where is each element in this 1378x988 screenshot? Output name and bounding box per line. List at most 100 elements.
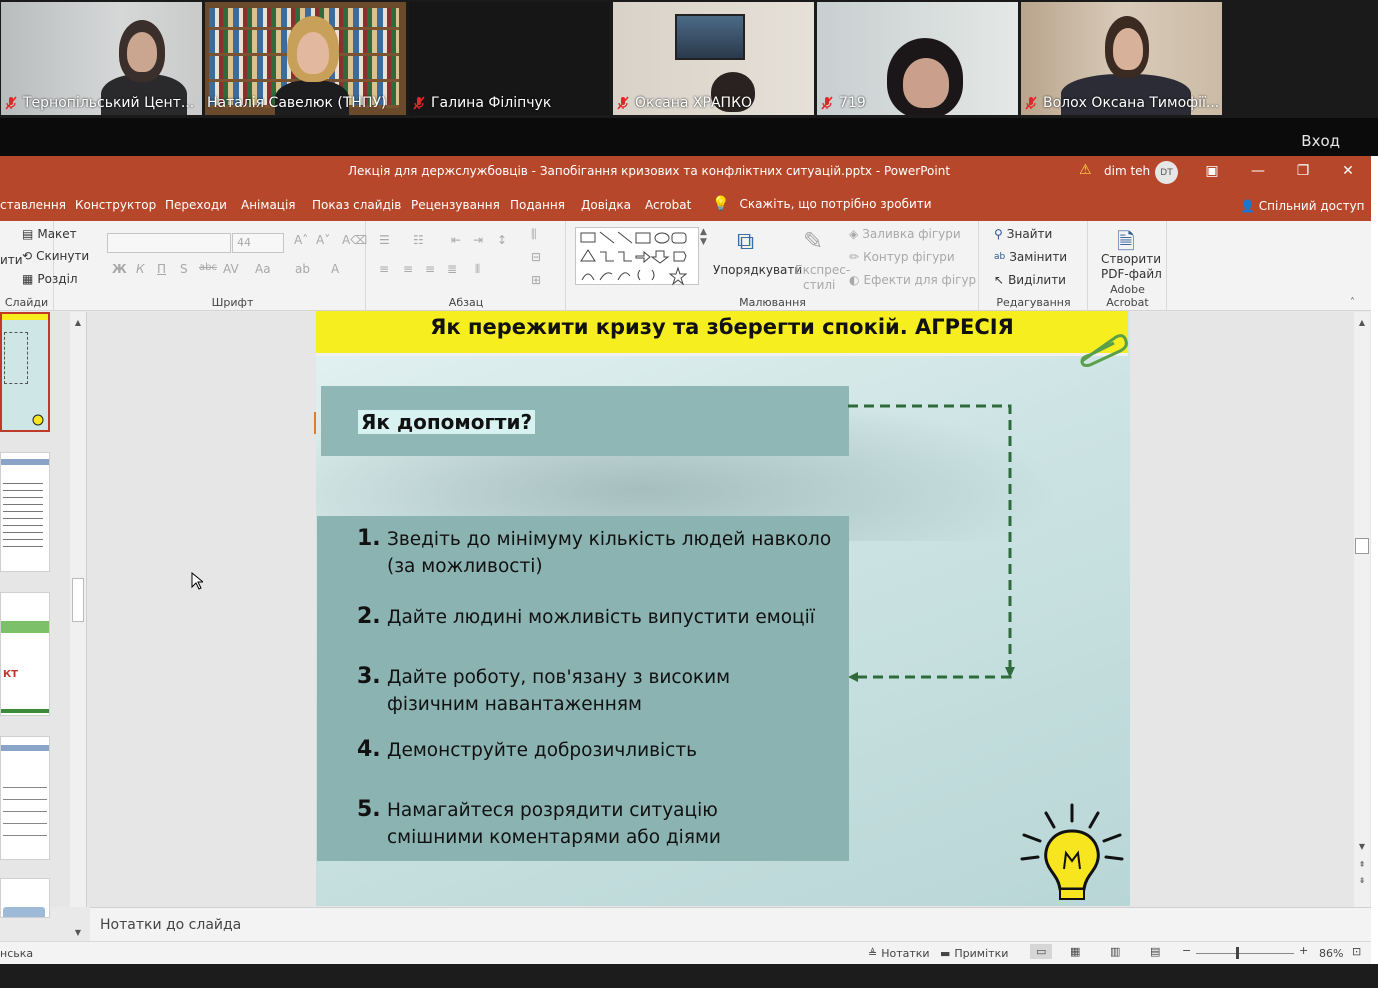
tab-view[interactable]: Подання [510, 198, 565, 212]
normal-view-icon[interactable]: ▭ [1030, 944, 1053, 959]
shadow-icon[interactable]: S [180, 262, 188, 276]
close-icon[interactable]: ✕ [1330, 159, 1366, 183]
create-pdf-button-2[interactable]: PDF-файл [1101, 267, 1162, 281]
reading-view-icon[interactable]: ▥ [1110, 945, 1120, 958]
slide-canvas[interactable]: Як пережити кризу та зберегти спокій. АГ… [316, 311, 1130, 906]
numbering-icon[interactable]: ☷ [413, 233, 424, 247]
notes-toggle[interactable]: ≜ Нотатки [868, 947, 930, 960]
select-button[interactable]: ↖ Виділити [994, 273, 1066, 287]
shape-outline-button[interactable]: ✏ Контур фігури [849, 250, 955, 264]
justify-icon[interactable]: ≣ [447, 262, 457, 276]
underline-icon[interactable]: П [157, 262, 166, 276]
status-bar: нська ≜ Нотатки ▬ Примітки ▭ ▦ ▥ ▤ − + 86%… [0, 941, 1371, 964]
slide-thumbnail[interactable] [0, 452, 50, 572]
next-slide-icon[interactable]: ⇟ [1356, 874, 1368, 886]
slide-sorter-icon[interactable]: ▦ [1070, 945, 1080, 958]
participant-tile[interactable]: Оксана ХРАПКО [613, 2, 814, 115]
strikethrough-icon[interactable]: abc [199, 262, 217, 273]
scroll-thumb[interactable] [1355, 538, 1369, 554]
minimize-icon[interactable]: — [1240, 159, 1276, 183]
columns-icon[interactable]: ⫴ [475, 262, 480, 277]
tab-acrobat[interactable]: Acrobat [645, 198, 691, 212]
zoom-slider[interactable] [1196, 953, 1294, 954]
reset-button[interactable]: ⟲ Скинути [22, 249, 89, 263]
collapse-ribbon-icon[interactable]: ˄ [1350, 297, 1355, 308]
bullets-icon[interactable]: ☰ [379, 233, 390, 247]
zoom-level[interactable]: 86% [1319, 947, 1343, 960]
tell-me-box[interactable]: 💡 Скажіть, що потрібно зробити [712, 196, 932, 212]
quick-styles-button-2[interactable]: стилі [803, 278, 835, 292]
line-spacing-icon[interactable]: ↕ [497, 233, 507, 247]
zoom-enter-button[interactable]: Вход [1301, 132, 1340, 150]
grow-font-icon[interactable]: A˄ [294, 233, 308, 247]
tab-insert[interactable]: ставлення [0, 198, 66, 212]
zoom-out-icon[interactable]: − [1182, 944, 1191, 957]
font-name-select[interactable] [107, 233, 231, 253]
increase-indent-icon[interactable]: ⇥ [473, 233, 483, 247]
participant-tile[interactable]: Тернопільський Цент... [1, 2, 202, 115]
tab-help[interactable]: Довідка [581, 198, 631, 212]
zoom-slider-thumb[interactable] [1236, 947, 1239, 959]
fit-slide-icon[interactable]: ⊡ [1352, 945, 1361, 958]
tab-transitions[interactable]: Переходи [165, 198, 227, 212]
thumbnail-scrollbar[interactable]: ▲ ▼ [70, 312, 86, 937]
quick-styles-button[interactable]: Експрес- [795, 263, 850, 277]
slide-thumbnail[interactable]: КТ [0, 592, 50, 716]
notes-pane[interactable]: Нотатки до слайда [90, 907, 1371, 941]
language-indicator[interactable]: нська [0, 947, 33, 960]
spacing-icon[interactable]: AV [223, 262, 239, 276]
slide-thumbnail[interactable] [0, 878, 50, 918]
font-color-icon[interactable]: A [331, 262, 339, 276]
replace-button[interactable]: ab Замінити [994, 250, 1067, 264]
align-right-icon[interactable]: ≡ [425, 262, 435, 276]
participant-tile[interactable]: 719 [817, 2, 1018, 115]
tab-design[interactable]: Конструктор [75, 198, 156, 212]
section-button[interactable]: ▦ Розділ [22, 272, 78, 286]
slide-thumbnail[interactable] [0, 736, 50, 860]
avatar[interactable]: DT [1155, 161, 1178, 184]
scroll-down-icon[interactable]: ▼ [72, 926, 84, 938]
previous-slide-icon[interactable]: ⇞ [1356, 858, 1368, 870]
participant-tile[interactable]: Галина Філіпчук [409, 2, 610, 115]
align-center-icon[interactable]: ≡ [403, 262, 413, 276]
change-case-icon[interactable]: Aa [255, 262, 271, 276]
scroll-thumb[interactable] [72, 578, 84, 622]
participant-tile[interactable]: Волох Оксана Тимофії... [1021, 2, 1222, 115]
clear-format-icon[interactable]: A⌫ [342, 233, 367, 247]
participant-tile-active[interactable]: Наталія Савелюк (ТНПУ) [205, 2, 406, 115]
find-button[interactable]: ⚲ Знайти [994, 227, 1052, 241]
new-slide-partial[interactable]: ити [0, 253, 23, 267]
slide-scrollbar[interactable]: ▲ ▼ ⇞ ⇟ [1354, 312, 1370, 907]
text-direction-icon[interactable]: ⫼ [531, 227, 537, 242]
slide-thumbnail-active[interactable] [0, 312, 50, 432]
font-size-select[interactable]: 44 [232, 233, 284, 253]
user-name[interactable]: dim teh [1104, 164, 1150, 178]
ribbon-display-icon[interactable]: ▣ [1194, 159, 1230, 183]
highlight-icon[interactable]: ab [295, 262, 310, 276]
scroll-up-icon[interactable]: ▲ [1356, 316, 1368, 328]
slideshow-icon[interactable]: ▤ [1150, 945, 1160, 958]
scroll-down-icon[interactable]: ▼ [1356, 840, 1368, 852]
share-button[interactable]: 👤 Спільний доступ [1240, 199, 1365, 213]
bold-icon[interactable]: Ж [112, 262, 127, 276]
comments-toggle[interactable]: ▬ Примітки [940, 947, 1008, 960]
zoom-in-icon[interactable]: + [1299, 944, 1308, 957]
gallery-scroll-icon[interactable]: ▲ ▼ [700, 227, 707, 247]
align-left-icon[interactable]: ≡ [379, 262, 389, 276]
tab-review[interactable]: Рецензування [411, 198, 500, 212]
shape-fill-button[interactable]: ◈ Заливка фігури [849, 227, 961, 241]
decrease-indent-icon[interactable]: ⇤ [451, 233, 461, 247]
shape-effects-button[interactable]: ◐ Ефекти для фігур [849, 273, 976, 287]
smartart-icon[interactable]: ⊞ [531, 273, 541, 287]
italic-icon[interactable]: К [136, 262, 145, 276]
tab-slideshow[interactable]: Показ слайдів [312, 198, 401, 212]
create-pdf-button[interactable]: Створити [1101, 252, 1161, 266]
layout-button[interactable]: ▤ Макет [22, 227, 77, 241]
shrink-font-icon[interactable]: A˅ [316, 233, 330, 247]
scroll-up-icon[interactable]: ▲ [72, 316, 84, 328]
align-text-icon[interactable]: ⊟ [531, 250, 541, 264]
restore-icon[interactable]: ❐ [1285, 159, 1321, 183]
arrange-button[interactable]: Упорядкувати [713, 263, 802, 277]
shapes-gallery[interactable] [575, 227, 699, 286]
tab-animations[interactable]: Анімація [241, 198, 296, 212]
